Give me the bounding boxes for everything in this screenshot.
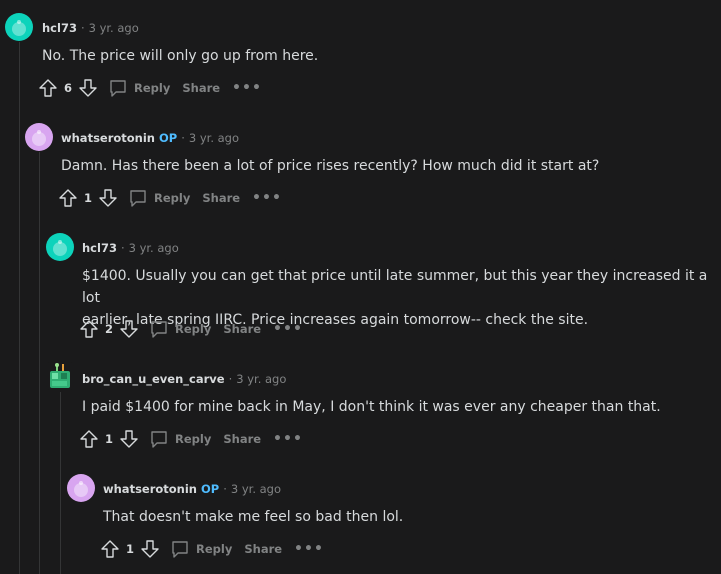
comment-icon xyxy=(108,78,128,98)
comment-icon xyxy=(149,319,169,339)
more-options-button[interactable]: ••• xyxy=(294,542,324,556)
thread-line[interactable] xyxy=(60,392,61,574)
thread-line[interactable] xyxy=(19,42,20,574)
avatar[interactable] xyxy=(5,13,33,41)
comment-meta: whatserotonin OP · 3 yr. ago xyxy=(103,481,281,497)
downvote-icon[interactable] xyxy=(119,429,139,449)
thread-line[interactable] xyxy=(39,152,40,574)
author-link[interactable]: whatserotonin xyxy=(103,482,197,496)
reply-button[interactable]: Reply xyxy=(128,188,190,208)
vote-count: 1 xyxy=(84,191,93,205)
comment-actions: 6 Reply Share ••• xyxy=(38,77,262,99)
author-link[interactable]: whatserotonin xyxy=(61,131,155,145)
author-link[interactable]: hcl73 xyxy=(82,241,117,255)
reply-label: Reply xyxy=(175,322,212,336)
comment-meta: whatserotonin OP · 3 yr. ago xyxy=(61,130,239,146)
comment-body: No. The price will only go up from here. xyxy=(42,48,319,64)
reply-label: Reply xyxy=(175,432,212,446)
comment-body: That doesn't make me feel so bad then lo… xyxy=(103,509,404,525)
separator: · xyxy=(181,131,185,145)
comment-meta: bro_can_u_even_carve · 3 yr. ago xyxy=(82,371,286,387)
comment-actions: 1 Reply Share ••• xyxy=(79,428,303,450)
avatar[interactable] xyxy=(67,474,95,502)
separator: · xyxy=(228,372,233,386)
op-badge: OP xyxy=(201,482,220,496)
downvote-icon[interactable] xyxy=(98,188,118,208)
share-button[interactable]: Share xyxy=(202,191,240,205)
downvote-icon[interactable] xyxy=(119,319,139,339)
author-link[interactable]: bro_can_u_even_carve xyxy=(82,372,225,386)
vote-count: 2 xyxy=(105,322,114,336)
vote-count: 1 xyxy=(126,542,135,556)
vote-count: 6 xyxy=(64,81,73,95)
upvote-icon[interactable] xyxy=(79,429,99,449)
comment-icon xyxy=(149,429,169,449)
upvote-icon[interactable] xyxy=(100,539,120,559)
timestamp[interactable]: 3 yr. ago xyxy=(236,372,286,386)
upvote-icon[interactable] xyxy=(79,319,99,339)
more-options-button[interactable]: ••• xyxy=(273,322,303,336)
timestamp[interactable]: 3 yr. ago xyxy=(129,241,179,255)
share-button[interactable]: Share xyxy=(223,432,261,446)
avatar[interactable] xyxy=(25,123,53,151)
comment-actions: 2 Reply Share ••• xyxy=(79,318,303,340)
share-button[interactable]: Share xyxy=(182,81,220,95)
vote-count: 1 xyxy=(105,432,114,446)
more-options-button[interactable]: ••• xyxy=(232,81,262,95)
comment-meta: hcl73 · 3 yr. ago xyxy=(82,240,179,256)
timestamp[interactable]: 3 yr. ago xyxy=(231,482,281,496)
more-options-button[interactable]: ••• xyxy=(273,432,303,446)
reply-label: Reply xyxy=(134,81,171,95)
author-link[interactable]: hcl73 xyxy=(42,21,77,35)
avatar[interactable] xyxy=(46,233,74,261)
upvote-icon[interactable] xyxy=(38,78,58,98)
share-button[interactable]: Share xyxy=(223,322,261,336)
comment-meta: hcl73 · 3 yr. ago xyxy=(42,20,139,36)
comment-body: I paid $1400 for mine back in May, I don… xyxy=(82,399,661,415)
reply-button[interactable]: Reply xyxy=(170,539,232,559)
downvote-icon[interactable] xyxy=(78,78,98,98)
reply-button[interactable]: Reply xyxy=(108,78,170,98)
reply-label: Reply xyxy=(196,542,233,556)
separator: · xyxy=(120,241,125,255)
share-button[interactable]: Share xyxy=(244,542,282,556)
comment-body-line: $1400. Usually you can get that price un… xyxy=(82,268,708,306)
op-badge: OP xyxy=(159,131,178,145)
avatar[interactable] xyxy=(46,362,74,390)
comment-body: Damn. Has there been a lot of price rise… xyxy=(61,158,600,174)
comment-actions: 1 Reply Share ••• xyxy=(58,187,282,209)
more-options-button[interactable]: ••• xyxy=(252,191,282,205)
reply-button[interactable]: Reply xyxy=(149,429,211,449)
comment-actions: 1 Reply Share ••• xyxy=(100,538,324,560)
separator: · xyxy=(80,21,85,35)
timestamp[interactable]: 3 yr. ago xyxy=(89,21,139,35)
comment-icon xyxy=(170,539,190,559)
timestamp[interactable]: 3 yr. ago xyxy=(189,131,239,145)
separator: · xyxy=(223,482,227,496)
comment-icon xyxy=(128,188,148,208)
reply-label: Reply xyxy=(154,191,191,205)
reply-button[interactable]: Reply xyxy=(149,319,211,339)
downvote-icon[interactable] xyxy=(140,539,160,559)
upvote-icon[interactable] xyxy=(58,188,78,208)
